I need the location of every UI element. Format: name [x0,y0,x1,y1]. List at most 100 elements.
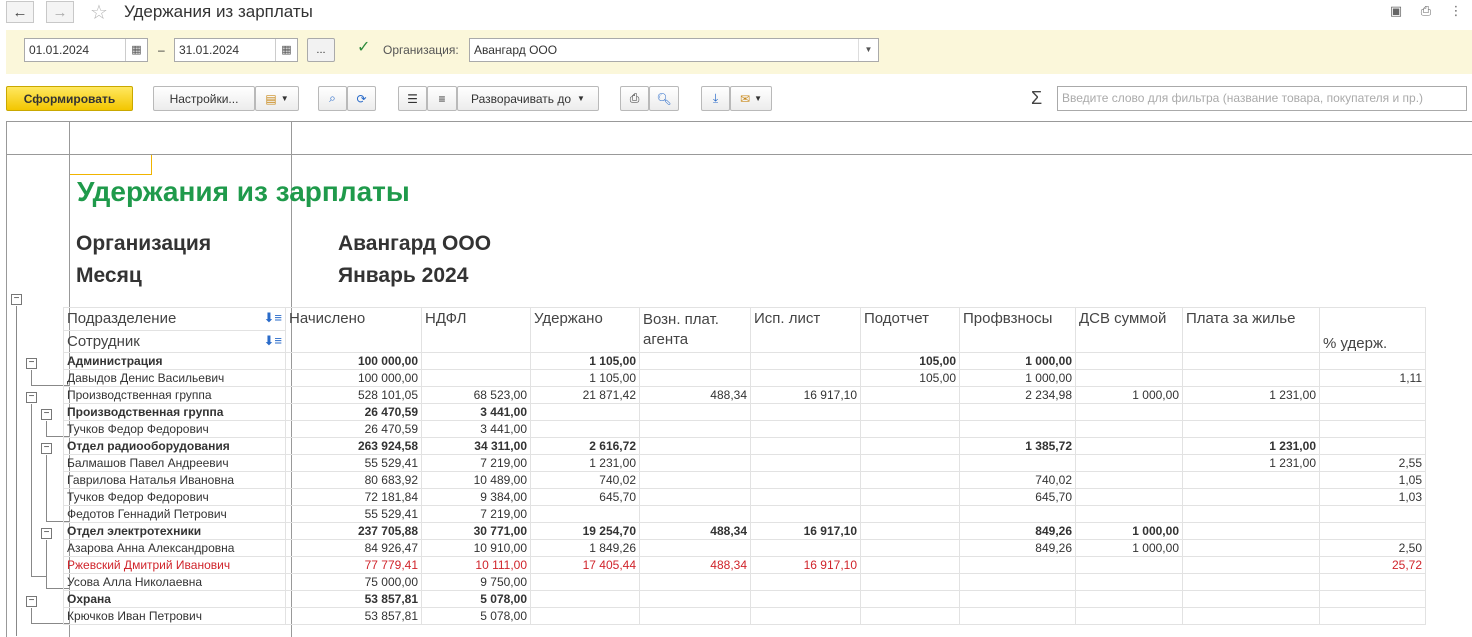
value-cell[interactable] [750,590,861,608]
chevron-down-icon[interactable]: ▼ [858,39,878,61]
value-cell[interactable]: 80 683,92 [285,471,422,489]
search-button[interactable]: ⌕ [318,86,347,111]
value-cell[interactable] [639,369,751,387]
variants-button[interactable]: ▤ ▼ [255,86,299,111]
value-cell[interactable] [1075,420,1183,438]
value-cell[interactable]: 1 231,00 [1182,437,1320,455]
print-icon[interactable]: ⎙ [1417,3,1435,19]
value-cell[interactable] [421,369,531,387]
row-name-cell[interactable]: Балмашов Павел Андреевич [63,454,286,472]
row-name-cell[interactable]: Производственная группа [63,403,286,421]
row-name-cell[interactable]: Ржевский Дмитрий Иванович [63,556,286,574]
value-cell[interactable] [860,573,960,591]
value-cell[interactable]: 77 779,41 [285,556,422,574]
value-cell[interactable]: 2 234,98 [959,386,1076,404]
table-row[interactable]: Усова Алла Николаевна 75 000,00 9 750,00 [63,573,1426,591]
value-cell[interactable]: 3 441,00 [421,420,531,438]
value-cell[interactable] [1075,488,1183,506]
value-cell[interactable] [1182,539,1320,557]
value-cell[interactable]: 740,02 [530,471,640,489]
row-name-cell[interactable]: Администрация [63,352,286,370]
value-cell[interactable]: 5 078,00 [421,590,531,608]
column-header[interactable]: Удержано [530,307,640,353]
value-cell[interactable]: 645,70 [959,488,1076,506]
column-header[interactable]: ДСВ суммой [1075,307,1183,353]
value-cell[interactable] [750,539,861,557]
collapse-group-icon[interactable]: − [41,528,52,539]
value-cell[interactable] [860,386,960,404]
value-cell[interactable]: 16 917,10 [750,522,861,540]
table-row[interactable]: Производственная группа 26 470,59 3 441,00 [63,403,1426,421]
value-cell[interactable]: 26 470,59 [285,403,422,421]
value-cell[interactable] [959,573,1076,591]
value-cell[interactable]: 1,11 [1319,369,1426,387]
email-button[interactable]: ✉ ▼ [730,86,772,111]
row-name-cell[interactable]: Давыдов Денис Васильевич [63,369,286,387]
value-cell[interactable] [959,505,1076,523]
value-cell[interactable]: 21 871,42 [530,386,640,404]
value-cell[interactable] [1182,573,1320,591]
organization-field[interactable]: Авангард ООО ▼ [469,38,879,62]
collapse-group-icon[interactable]: − [41,409,52,420]
value-cell[interactable] [639,454,751,472]
value-cell[interactable] [959,607,1076,625]
value-cell[interactable] [959,420,1076,438]
table-row[interactable]: Тучков Федор Федорович 26 470,59 3 441,00 [63,420,1426,438]
collapse-group-icon[interactable]: − [41,443,52,454]
value-cell[interactable]: 55 529,41 [285,454,422,472]
value-cell[interactable]: 30 771,00 [421,522,531,540]
value-cell[interactable] [959,403,1076,421]
row-name-cell[interactable]: Крючков Иван Петрович [63,607,286,625]
value-cell[interactable] [1319,420,1426,438]
value-cell[interactable] [1319,573,1426,591]
value-cell[interactable]: 1 231,00 [1182,386,1320,404]
value-cell[interactable]: 5 078,00 [421,607,531,625]
value-cell[interactable] [750,420,861,438]
column-header[interactable]: Подотчет [860,307,960,353]
value-cell[interactable] [530,590,640,608]
value-cell[interactable] [1182,488,1320,506]
collapse-all-button[interactable]: ≡ [427,86,457,111]
sort-icon[interactable]: ⬇≡ [264,310,282,326]
row-name-cell[interactable]: Тучков Федор Федорович [63,420,286,438]
value-cell[interactable]: 849,26 [959,522,1076,540]
value-cell[interactable]: 645,70 [530,488,640,506]
collapse-group-icon[interactable]: − [26,392,37,403]
value-cell[interactable]: 1 231,00 [1182,454,1320,472]
table-row[interactable]: Крючков Иван Петрович 53 857,81 5 078,00 [63,607,1426,625]
expand-all-button[interactable]: ☰ [398,86,427,111]
row-name-cell[interactable]: Азарова Анна Александровна [63,539,286,557]
value-cell[interactable] [1182,522,1320,540]
value-cell[interactable] [1182,505,1320,523]
value-cell[interactable]: 488,34 [639,386,751,404]
value-cell[interactable]: 1,05 [1319,471,1426,489]
value-cell[interactable] [1182,590,1320,608]
table-row[interactable]: Производственная группа 528 101,05 68 523,… [63,386,1426,404]
value-cell[interactable] [530,420,640,438]
value-cell[interactable] [1075,590,1183,608]
value-cell[interactable] [959,590,1076,608]
value-cell[interactable]: 105,00 [860,369,960,387]
value-cell[interactable] [1075,352,1183,370]
row-name-cell[interactable]: Отдел радиооборудования [63,437,286,455]
save-icon[interactable]: ▣ [1387,3,1405,19]
value-cell[interactable] [860,420,960,438]
value-cell[interactable] [860,607,960,625]
value-cell[interactable]: 100 000,00 [285,369,422,387]
table-row[interactable]: Тучков Федор Федорович 72 181,84 9 384,00 6… [63,488,1426,506]
value-cell[interactable] [639,590,751,608]
row-name-cell[interactable]: Усова Алла Николаевна [63,573,286,591]
value-cell[interactable] [1075,556,1183,574]
value-cell[interactable]: 1 000,00 [1075,386,1183,404]
settings-button[interactable]: Настройки... [153,86,255,111]
sort-icon[interactable]: ⬇≡ [264,333,282,349]
value-cell[interactable]: 1 105,00 [530,352,640,370]
back-button[interactable]: ← [6,1,34,23]
value-cell[interactable]: 1 000,00 [1075,522,1183,540]
value-cell[interactable]: 488,34 [639,556,751,574]
search-replace-button[interactable]: ⟳ [347,86,376,111]
value-cell[interactable] [639,505,751,523]
value-cell[interactable]: 1 105,00 [530,369,640,387]
value-cell[interactable] [1319,590,1426,608]
row-name-cell[interactable]: Федотов Геннадий Петрович [63,505,286,523]
